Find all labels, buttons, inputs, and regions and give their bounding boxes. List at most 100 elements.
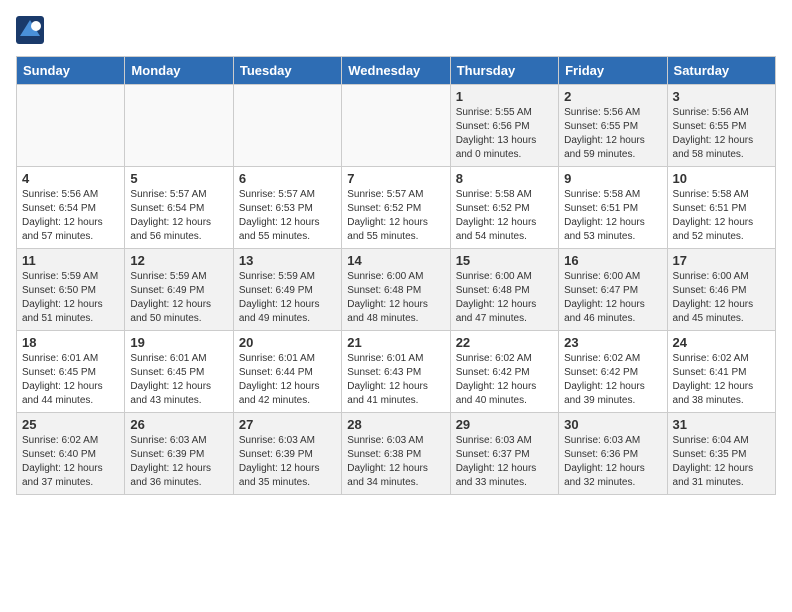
day-info: Sunrise: 6:03 AM Sunset: 6:37 PM Dayligh… bbox=[456, 434, 553, 490]
calendar-cell: 21 Sunrise: 6:01 AM Sunset: 6:43 PM Dayli… bbox=[342, 331, 450, 413]
header bbox=[16, 16, 776, 44]
day-number: 12 bbox=[130, 253, 227, 268]
day-number: 17 bbox=[673, 253, 770, 268]
day-info: Sunrise: 5:56 AM Sunset: 6:55 PM Dayligh… bbox=[673, 106, 770, 162]
day-info: Sunrise: 5:55 AM Sunset: 6:56 PM Dayligh… bbox=[456, 106, 553, 162]
day-info: Sunrise: 5:58 AM Sunset: 6:52 PM Dayligh… bbox=[456, 188, 553, 244]
calendar-cell: 19 Sunrise: 6:01 AM Sunset: 6:45 PM Dayli… bbox=[125, 331, 233, 413]
weekday-header-thursday: Thursday bbox=[450, 57, 558, 85]
day-info: Sunrise: 6:03 AM Sunset: 6:39 PM Dayligh… bbox=[239, 434, 336, 490]
weekday-header-wednesday: Wednesday bbox=[342, 57, 450, 85]
day-info: Sunrise: 5:57 AM Sunset: 6:54 PM Dayligh… bbox=[130, 188, 227, 244]
day-info: Sunrise: 5:57 AM Sunset: 6:52 PM Dayligh… bbox=[347, 188, 444, 244]
day-number: 28 bbox=[347, 417, 444, 432]
day-info: Sunrise: 6:00 AM Sunset: 6:48 PM Dayligh… bbox=[347, 270, 444, 326]
calendar-cell: 31 Sunrise: 6:04 AM Sunset: 6:35 PM Dayli… bbox=[667, 413, 775, 495]
day-info: Sunrise: 6:01 AM Sunset: 6:45 PM Dayligh… bbox=[22, 352, 119, 408]
calendar-cell: 29 Sunrise: 6:03 AM Sunset: 6:37 PM Dayli… bbox=[450, 413, 558, 495]
day-number: 3 bbox=[673, 89, 770, 104]
day-number: 20 bbox=[239, 335, 336, 350]
day-number: 18 bbox=[22, 335, 119, 350]
calendar-cell: 17 Sunrise: 6:00 AM Sunset: 6:46 PM Dayli… bbox=[667, 249, 775, 331]
calendar-cell: 4 Sunrise: 5:56 AM Sunset: 6:54 PM Daylig… bbox=[17, 167, 125, 249]
day-number: 31 bbox=[673, 417, 770, 432]
day-info: Sunrise: 6:02 AM Sunset: 6:41 PM Dayligh… bbox=[673, 352, 770, 408]
day-number: 10 bbox=[673, 171, 770, 186]
day-number: 19 bbox=[130, 335, 227, 350]
day-info: Sunrise: 6:02 AM Sunset: 6:42 PM Dayligh… bbox=[456, 352, 553, 408]
day-number: 25 bbox=[22, 417, 119, 432]
day-info: Sunrise: 6:01 AM Sunset: 6:45 PM Dayligh… bbox=[130, 352, 227, 408]
calendar-cell bbox=[342, 85, 450, 167]
calendar-cell: 8 Sunrise: 5:58 AM Sunset: 6:52 PM Daylig… bbox=[450, 167, 558, 249]
day-info: Sunrise: 6:01 AM Sunset: 6:43 PM Dayligh… bbox=[347, 352, 444, 408]
day-number: 24 bbox=[673, 335, 770, 350]
calendar-cell bbox=[233, 85, 341, 167]
day-number: 26 bbox=[130, 417, 227, 432]
calendar-cell: 10 Sunrise: 5:58 AM Sunset: 6:51 PM Dayli… bbox=[667, 167, 775, 249]
calendar-cell: 26 Sunrise: 6:03 AM Sunset: 6:39 PM Dayli… bbox=[125, 413, 233, 495]
day-info: Sunrise: 6:02 AM Sunset: 6:40 PM Dayligh… bbox=[22, 434, 119, 490]
day-info: Sunrise: 6:04 AM Sunset: 6:35 PM Dayligh… bbox=[673, 434, 770, 490]
logo-icon bbox=[16, 16, 44, 44]
weekday-header-saturday: Saturday bbox=[667, 57, 775, 85]
day-number: 4 bbox=[22, 171, 119, 186]
calendar-cell bbox=[17, 85, 125, 167]
day-number: 11 bbox=[22, 253, 119, 268]
calendar-cell: 1Sunrise: 5:55 AM Sunset: 6:56 PM Daylig… bbox=[450, 85, 558, 167]
day-number: 5 bbox=[130, 171, 227, 186]
day-info: Sunrise: 5:56 AM Sunset: 6:54 PM Dayligh… bbox=[22, 188, 119, 244]
day-number: 30 bbox=[564, 417, 661, 432]
day-info: Sunrise: 5:56 AM Sunset: 6:55 PM Dayligh… bbox=[564, 106, 661, 162]
calendar-cell: 28 Sunrise: 6:03 AM Sunset: 6:38 PM Dayli… bbox=[342, 413, 450, 495]
day-info: Sunrise: 6:00 AM Sunset: 6:46 PM Dayligh… bbox=[673, 270, 770, 326]
calendar-cell: 15 Sunrise: 6:00 AM Sunset: 6:48 PM Dayli… bbox=[450, 249, 558, 331]
day-info: Sunrise: 5:57 AM Sunset: 6:53 PM Dayligh… bbox=[239, 188, 336, 244]
day-info: Sunrise: 5:58 AM Sunset: 6:51 PM Dayligh… bbox=[564, 188, 661, 244]
calendar-cell: 16 Sunrise: 6:00 AM Sunset: 6:47 PM Dayli… bbox=[559, 249, 667, 331]
day-number: 13 bbox=[239, 253, 336, 268]
day-info: Sunrise: 6:03 AM Sunset: 6:39 PM Dayligh… bbox=[130, 434, 227, 490]
calendar-cell: 5 Sunrise: 5:57 AM Sunset: 6:54 PM Daylig… bbox=[125, 167, 233, 249]
calendar-cell: 3 Sunrise: 5:56 AM Sunset: 6:55 PM Daylig… bbox=[667, 85, 775, 167]
day-info: Sunrise: 6:00 AM Sunset: 6:48 PM Dayligh… bbox=[456, 270, 553, 326]
calendar-cell: 11Sunrise: 5:59 AM Sunset: 6:50 PM Dayli… bbox=[17, 249, 125, 331]
day-info: Sunrise: 6:03 AM Sunset: 6:36 PM Dayligh… bbox=[564, 434, 661, 490]
day-number: 21 bbox=[347, 335, 444, 350]
day-info: Sunrise: 6:00 AM Sunset: 6:47 PM Dayligh… bbox=[564, 270, 661, 326]
weekday-header-monday: Monday bbox=[125, 57, 233, 85]
day-info: Sunrise: 5:59 AM Sunset: 6:49 PM Dayligh… bbox=[130, 270, 227, 326]
calendar-cell: 13 Sunrise: 5:59 AM Sunset: 6:49 PM Dayli… bbox=[233, 249, 341, 331]
calendar-cell: 6Sunrise: 5:57 AM Sunset: 6:53 PM Daylig… bbox=[233, 167, 341, 249]
calendar-cell: 25 Sunrise: 6:02 AM Sunset: 6:40 PM Dayli… bbox=[17, 413, 125, 495]
calendar-cell: 22 Sunrise: 6:02 AM Sunset: 6:42 PM Dayli… bbox=[450, 331, 558, 413]
day-number: 15 bbox=[456, 253, 553, 268]
weekday-header-tuesday: Tuesday bbox=[233, 57, 341, 85]
day-number: 9 bbox=[564, 171, 661, 186]
day-number: 16 bbox=[564, 253, 661, 268]
day-info: Sunrise: 5:58 AM Sunset: 6:51 PM Dayligh… bbox=[673, 188, 770, 244]
calendar-cell: 2Sunrise: 5:56 AM Sunset: 6:55 PM Daylig… bbox=[559, 85, 667, 167]
calendar-cell: 9 Sunrise: 5:58 AM Sunset: 6:51 PM Daylig… bbox=[559, 167, 667, 249]
day-number: 29 bbox=[456, 417, 553, 432]
calendar-cell: 14 Sunrise: 6:00 AM Sunset: 6:48 PM Dayli… bbox=[342, 249, 450, 331]
day-info: Sunrise: 5:59 AM Sunset: 6:49 PM Dayligh… bbox=[239, 270, 336, 326]
day-number: 23 bbox=[564, 335, 661, 350]
calendar-cell: 12 Sunrise: 5:59 AM Sunset: 6:49 PM Dayli… bbox=[125, 249, 233, 331]
calendar-cell bbox=[125, 85, 233, 167]
day-number: 27 bbox=[239, 417, 336, 432]
calendar-cell: 23 Sunrise: 6:02 AM Sunset: 6:42 PM Dayli… bbox=[559, 331, 667, 413]
day-info: Sunrise: 6:03 AM Sunset: 6:38 PM Dayligh… bbox=[347, 434, 444, 490]
calendar-cell: 27 Sunrise: 6:03 AM Sunset: 6:39 PM Dayli… bbox=[233, 413, 341, 495]
day-number: 14 bbox=[347, 253, 444, 268]
calendar-cell: 7 Sunrise: 5:57 AM Sunset: 6:52 PM Daylig… bbox=[342, 167, 450, 249]
day-number: 22 bbox=[456, 335, 553, 350]
calendar-table: SundayMondayTuesdayWednesdayThursdayFrid… bbox=[16, 56, 776, 495]
calendar-cell: 20Sunrise: 6:01 AM Sunset: 6:44 PM Dayli… bbox=[233, 331, 341, 413]
day-info: Sunrise: 6:02 AM Sunset: 6:42 PM Dayligh… bbox=[564, 352, 661, 408]
weekday-header-friday: Friday bbox=[559, 57, 667, 85]
calendar-cell: 18 Sunrise: 6:01 AM Sunset: 6:45 PM Dayli… bbox=[17, 331, 125, 413]
day-number: 8 bbox=[456, 171, 553, 186]
day-number: 7 bbox=[347, 171, 444, 186]
calendar-cell: 30 Sunrise: 6:03 AM Sunset: 6:36 PM Dayli… bbox=[559, 413, 667, 495]
